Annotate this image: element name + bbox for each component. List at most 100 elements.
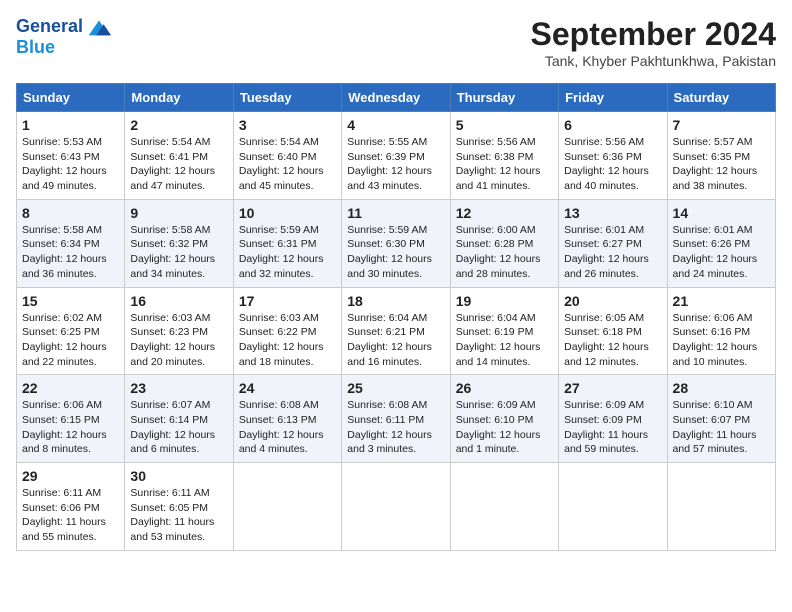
day-info: Sunrise: 6:00 AMSunset: 6:28 PMDaylight:… <box>456 223 553 282</box>
day-number: 14 <box>673 205 770 221</box>
table-cell: 11 Sunrise: 5:59 AMSunset: 6:30 PMDayligh… <box>342 199 450 287</box>
table-cell: 26Sunrise: 6:09 AMSunset: 6:10 PMDayligh… <box>450 375 558 463</box>
title-section: September 2024 Tank, Khyber Pakhtunkhwa,… <box>531 16 776 69</box>
day-number: 8 <box>22 205 119 221</box>
day-info: Sunrise: 5:54 AMSunset: 6:41 PMDaylight:… <box>130 135 227 194</box>
table-cell: 6 Sunrise: 5:56 AMSunset: 6:36 PMDaylight… <box>559 112 667 200</box>
day-number: 12 <box>456 205 553 221</box>
day-number: 29 <box>22 468 119 484</box>
day-info: Sunrise: 6:11 AMSunset: 6:05 PMDaylight:… <box>130 486 227 545</box>
day-info: Sunrise: 6:02 AMSunset: 6:25 PMDaylight:… <box>22 311 119 370</box>
day-info: Sunrise: 6:08 AMSunset: 6:11 PMDaylight:… <box>347 398 444 457</box>
day-info: Sunrise: 6:03 AMSunset: 6:22 PMDaylight:… <box>239 311 336 370</box>
table-cell: 24 Sunrise: 6:08 AMSunset: 6:13 PMDayligh… <box>233 375 341 463</box>
day-info: Sunrise: 5:59 AMSunset: 6:31 PMDaylight:… <box>239 223 336 282</box>
col-friday: Friday <box>559 84 667 112</box>
day-number: 18 <box>347 293 444 309</box>
day-info: Sunrise: 6:07 AMSunset: 6:14 PMDaylight:… <box>130 398 227 457</box>
table-cell <box>450 463 558 551</box>
day-info: Sunrise: 6:11 AMSunset: 6:06 PMDaylight:… <box>22 486 119 545</box>
day-number: 24 <box>239 380 336 396</box>
day-number: 4 <box>347 117 444 133</box>
day-info: Sunrise: 5:59 AMSunset: 6:30 PMDaylight:… <box>347 223 444 282</box>
day-number: 1 <box>22 117 119 133</box>
day-info: Sunrise: 6:06 AMSunset: 6:15 PMDaylight:… <box>22 398 119 457</box>
table-cell: 23 Sunrise: 6:07 AMSunset: 6:14 PMDayligh… <box>125 375 233 463</box>
day-number: 23 <box>130 380 227 396</box>
table-cell: 20Sunrise: 6:05 AMSunset: 6:18 PMDayligh… <box>559 287 667 375</box>
table-cell <box>559 463 667 551</box>
day-number: 6 <box>564 117 661 133</box>
day-number: 28 <box>673 380 770 396</box>
logo: General Blue <box>16 16 113 58</box>
day-info: Sunrise: 5:53 AMSunset: 6:43 PMDaylight:… <box>22 135 119 194</box>
day-info: Sunrise: 5:56 AMSunset: 6:36 PMDaylight:… <box>564 135 661 194</box>
table-cell <box>667 463 775 551</box>
table-cell: 30 Sunrise: 6:11 AMSunset: 6:05 PMDayligh… <box>125 463 233 551</box>
day-info: Sunrise: 6:01 AMSunset: 6:26 PMDaylight:… <box>673 223 770 282</box>
table-cell: 28 Sunrise: 6:10 AMSunset: 6:07 PMDayligh… <box>667 375 775 463</box>
day-number: 11 <box>347 205 444 221</box>
table-cell: 18 Sunrise: 6:04 AMSunset: 6:21 PMDayligh… <box>342 287 450 375</box>
table-cell: 3 Sunrise: 5:54 AMSunset: 6:40 PMDaylight… <box>233 112 341 200</box>
table-cell <box>233 463 341 551</box>
day-info: Sunrise: 6:06 AMSunset: 6:16 PMDaylight:… <box>673 311 770 370</box>
day-info: Sunrise: 6:03 AMSunset: 6:23 PMDaylight:… <box>130 311 227 370</box>
day-info: Sunrise: 5:58 AMSunset: 6:34 PMDaylight:… <box>22 223 119 282</box>
table-cell: 14 Sunrise: 6:01 AMSunset: 6:26 PMDayligh… <box>667 199 775 287</box>
day-info: Sunrise: 5:57 AMSunset: 6:35 PMDaylight:… <box>673 135 770 194</box>
table-cell: 4 Sunrise: 5:55 AMSunset: 6:39 PMDaylight… <box>342 112 450 200</box>
month-title: September 2024 <box>531 16 776 53</box>
col-saturday: Saturday <box>667 84 775 112</box>
table-cell: 12 Sunrise: 6:00 AMSunset: 6:28 PMDayligh… <box>450 199 558 287</box>
col-thursday: Thursday <box>450 84 558 112</box>
table-cell: 1 Sunrise: 5:53 AMSunset: 6:43 PMDaylight… <box>17 112 125 200</box>
day-number: 15 <box>22 293 119 309</box>
table-cell <box>342 463 450 551</box>
day-info: Sunrise: 6:09 AMSunset: 6:09 PMDaylight:… <box>564 398 661 457</box>
table-cell: 21 Sunrise: 6:06 AMSunset: 6:16 PMDayligh… <box>667 287 775 375</box>
day-info: Sunrise: 6:04 AMSunset: 6:19 PMDaylight:… <box>456 311 553 370</box>
day-info: Sunrise: 6:04 AMSunset: 6:21 PMDaylight:… <box>347 311 444 370</box>
day-number: 20 <box>564 293 661 309</box>
table-cell: 16Sunrise: 6:03 AMSunset: 6:23 PMDayligh… <box>125 287 233 375</box>
day-number: 9 <box>130 205 227 221</box>
day-number: 5 <box>456 117 553 133</box>
day-info: Sunrise: 6:01 AMSunset: 6:27 PMDaylight:… <box>564 223 661 282</box>
col-tuesday: Tuesday <box>233 84 341 112</box>
calendar-table: Sunday Monday Tuesday Wednesday Thursday… <box>16 83 776 551</box>
day-number: 21 <box>673 293 770 309</box>
table-cell: 25 Sunrise: 6:08 AMSunset: 6:11 PMDayligh… <box>342 375 450 463</box>
table-cell: 2 Sunrise: 5:54 AMSunset: 6:41 PMDaylight… <box>125 112 233 200</box>
day-number: 25 <box>347 380 444 396</box>
day-number: 27 <box>564 380 661 396</box>
table-cell: 19 Sunrise: 6:04 AMSunset: 6:19 PMDayligh… <box>450 287 558 375</box>
table-cell: 15 Sunrise: 6:02 AMSunset: 6:25 PMDayligh… <box>17 287 125 375</box>
table-cell: 22 Sunrise: 6:06 AMSunset: 6:15 PMDayligh… <box>17 375 125 463</box>
day-number: 3 <box>239 117 336 133</box>
day-number: 22 <box>22 380 119 396</box>
day-number: 2 <box>130 117 227 133</box>
day-number: 17 <box>239 293 336 309</box>
col-sunday: Sunday <box>17 84 125 112</box>
table-cell: 13Sunrise: 6:01 AMSunset: 6:27 PMDayligh… <box>559 199 667 287</box>
col-wednesday: Wednesday <box>342 84 450 112</box>
day-info: Sunrise: 5:54 AMSunset: 6:40 PMDaylight:… <box>239 135 336 194</box>
table-cell: 17 Sunrise: 6:03 AMSunset: 6:22 PMDayligh… <box>233 287 341 375</box>
day-info: Sunrise: 5:55 AMSunset: 6:39 PMDaylight:… <box>347 135 444 194</box>
table-cell: 8 Sunrise: 5:58 AMSunset: 6:34 PMDaylight… <box>17 199 125 287</box>
day-number: 26 <box>456 380 553 396</box>
logo-icon <box>85 16 113 38</box>
table-cell: 27 Sunrise: 6:09 AMSunset: 6:09 PMDayligh… <box>559 375 667 463</box>
day-info: Sunrise: 6:10 AMSunset: 6:07 PMDaylight:… <box>673 398 770 457</box>
col-monday: Monday <box>125 84 233 112</box>
day-info: Sunrise: 6:08 AMSunset: 6:13 PMDaylight:… <box>239 398 336 457</box>
day-info: Sunrise: 5:58 AMSunset: 6:32 PMDaylight:… <box>130 223 227 282</box>
logo-general: General <box>16 17 83 37</box>
location-subtitle: Tank, Khyber Pakhtunkhwa, Pakistan <box>531 53 776 69</box>
table-cell: 7 Sunrise: 5:57 AMSunset: 6:35 PMDaylight… <box>667 112 775 200</box>
day-number: 7 <box>673 117 770 133</box>
day-number: 30 <box>130 468 227 484</box>
day-number: 19 <box>456 293 553 309</box>
day-number: 10 <box>239 205 336 221</box>
